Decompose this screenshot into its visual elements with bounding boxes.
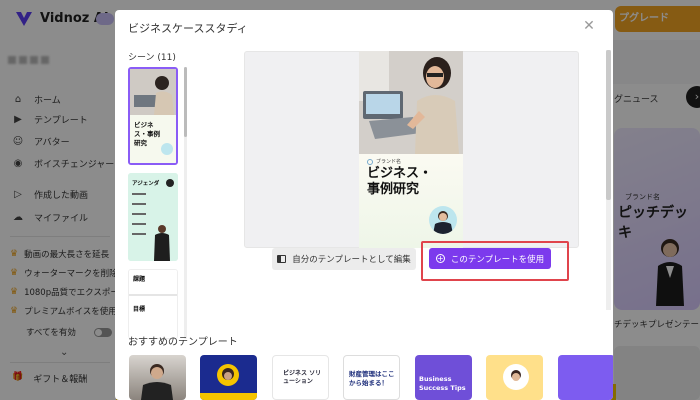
template-5-title: Business Success Tips <box>419 375 466 392</box>
slide-brand: ブランド名 <box>367 158 401 165</box>
edit-button-label: 自分のテンプレートとして編集 <box>292 255 411 265</box>
recommended-template-card[interactable] <box>558 355 613 400</box>
slide-photo-image <box>359 51 463 154</box>
slide-preview: ブランド名 ビジネス・事例研究 <box>359 51 463 248</box>
svg-text:ス・事例: ス・事例 <box>134 129 161 138</box>
use-button-label: このテンプレートを使用 <box>450 254 545 265</box>
modal-title: ビジネスケーススタディ <box>128 22 248 35</box>
scene-3-title: 課題 <box>133 276 146 283</box>
businesswoman-laptop-image <box>359 51 463 154</box>
template-1-preview-image <box>141 364 173 400</box>
slide-title: ビジネス・事例研究 <box>367 166 433 197</box>
template-4-title: 財産管理はここから始まる！ <box>349 370 395 387</box>
scene-1-preview-image: ビジネ ス・事例 研究 <box>130 69 176 163</box>
scene-list-scrollbar-thumb[interactable] <box>184 67 187 137</box>
recommended-template-card[interactable] <box>486 355 543 400</box>
edit-as-my-template-button[interactable]: 自分のテンプレートとして編集 <box>272 248 416 270</box>
template-6-preview-image <box>503 364 529 390</box>
scene-count-label: シーン (11) <box>128 53 176 63</box>
recommended-template-card[interactable]: 財産管理はここから始まる！ <box>343 355 400 400</box>
template-preview-modal: ビジネスケーススタディ ✕ シーン (11) ビジネ ス・事例 研究 アジェンダ <box>115 10 613 400</box>
modal-scrollbar-thumb[interactable] <box>606 50 611 200</box>
scene-2-preview-image: アジェンダ <box>128 173 178 261</box>
svg-text:研究: 研究 <box>134 138 148 147</box>
template-2-preview-image <box>200 364 257 400</box>
scene-thumbnail-2[interactable]: アジェンダ <box>128 173 178 261</box>
recommended-template-card[interactable] <box>200 355 257 400</box>
close-icon[interactable]: ✕ <box>581 18 597 34</box>
template-3-title: ビジネス ソリューション <box>283 370 322 385</box>
svg-text:ビジネ: ビジネ <box>134 120 154 129</box>
edit-template-icon <box>277 255 287 263</box>
scene-3-subtitle: 目標 <box>133 306 146 313</box>
plus-circle-icon: + <box>435 254 445 263</box>
scene-thumbnail-1[interactable]: ビジネ ス・事例 研究 <box>128 67 178 165</box>
recommended-template-card[interactable] <box>129 355 186 400</box>
brand-dot-icon <box>367 158 373 165</box>
svg-text:アジェンダ: アジェンダ <box>132 179 160 187</box>
presenter-avatar-image <box>429 206 457 234</box>
use-template-button[interactable]: + このテンプレートを使用 <box>429 248 551 269</box>
slide-brand-label: ブランド名 <box>376 159 402 165</box>
recommended-templates-heading: おすすめのテンプレート <box>128 337 238 348</box>
recommended-template-card[interactable]: Business Success Tips <box>415 355 472 400</box>
recommended-template-card[interactable]: ビジネス ソリューション <box>272 355 329 400</box>
